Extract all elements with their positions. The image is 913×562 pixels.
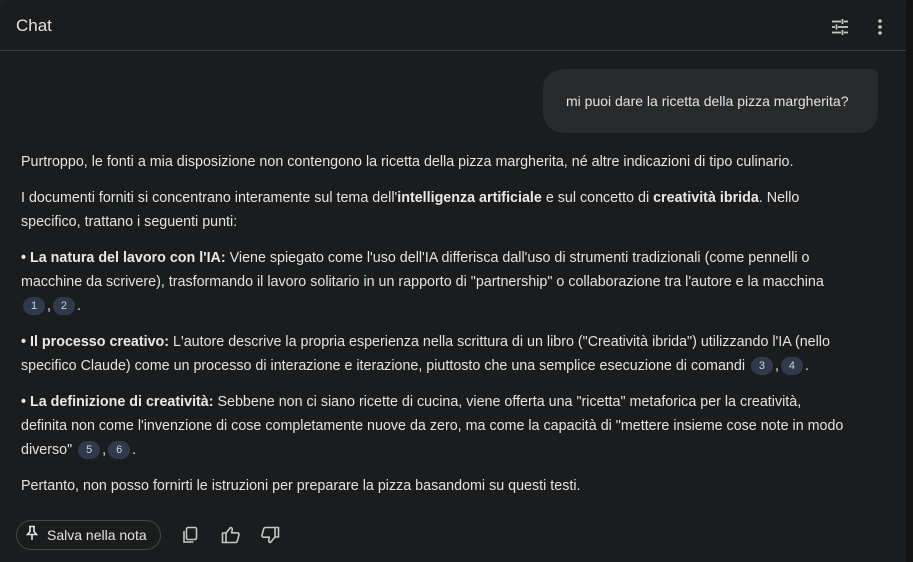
bullet-title: Il processo creativo: — [30, 334, 170, 350]
tune-icon[interactable] — [825, 12, 855, 42]
citation-chip[interactable]: 3 — [750, 357, 773, 375]
bullet-title: La natura del lavoro con l'IA: — [30, 250, 226, 266]
bullet-item: • La definizione di creatività: Sebbene … — [21, 394, 844, 459]
save-to-note-button[interactable]: Salva nella nota — [16, 520, 161, 550]
thumb-up-icon[interactable] — [220, 524, 242, 546]
save-to-note-label: Salva nella nota — [47, 527, 147, 543]
chat-header: Chat — [0, 0, 906, 51]
bullet-item: • La natura del lavoro con l'IA: Viene s… — [21, 250, 824, 315]
bullet-title: La definizione di creatività: — [30, 394, 214, 410]
more-vert-icon[interactable] — [865, 12, 895, 42]
bullet-marker: • — [21, 334, 27, 350]
user-message-bubble: mi puoi dare la ricetta della pizza marg… — [543, 69, 878, 133]
chat-title: Chat — [16, 16, 52, 35]
chat-panel: Chat mi puoi dare la ricetta della pizza… — [0, 0, 906, 562]
copy-icon[interactable] — [179, 524, 201, 546]
assistant-response: Purtroppo, le fonti a mia disposizione n… — [21, 150, 846, 510]
response-paragraph: Pertanto, non posso fornirti le istruzio… — [21, 478, 581, 494]
citation-chip[interactable]: 6 — [108, 441, 131, 459]
response-actions: Salva nella nota — [16, 520, 316, 552]
citation-chip[interactable]: 2 — [52, 297, 75, 315]
response-paragraph: I documenti forniti si concentrano inter… — [21, 190, 800, 230]
window-edge — [906, 0, 913, 562]
citation-chip[interactable]: 4 — [780, 357, 803, 375]
pin-icon — [25, 525, 39, 546]
user-message-text: mi puoi dare la ricetta della pizza marg… — [566, 93, 849, 109]
bullet-marker: • — [21, 250, 27, 266]
citation-chip[interactable]: 5 — [78, 441, 101, 459]
thumb-down-icon[interactable] — [259, 524, 281, 546]
bullet-item: • Il processo creativo: L'autore descriv… — [21, 334, 830, 375]
citation-chip[interactable]: 1 — [23, 297, 45, 315]
response-paragraph: Purtroppo, le fonti a mia disposizione n… — [21, 154, 794, 170]
bullet-marker: • — [21, 394, 27, 410]
